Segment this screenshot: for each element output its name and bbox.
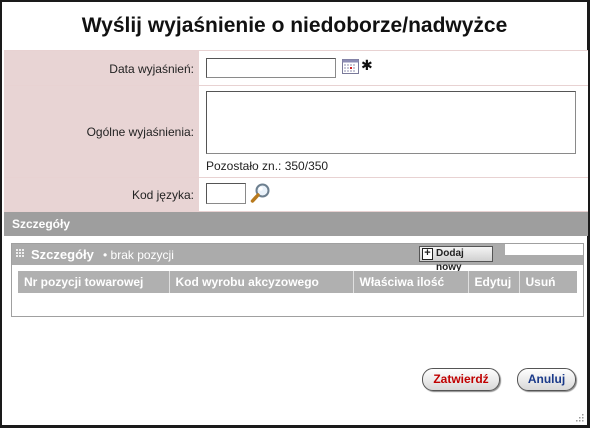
dialog-title: Wyślij wyjaśnienie o niedoborze/nadwyżce — [81, 14, 508, 37]
resize-grip-icon[interactable] — [574, 412, 584, 422]
table-header-row: Nr pozycji towarowej Kod wyrobu akcyzowe… — [18, 271, 577, 293]
explanation-label: Ogólne wyjaśnienia: — [4, 86, 199, 177]
plus-icon: + — [422, 248, 433, 260]
details-panel-header: Szczegóły • brak pozycji + Dodaj nowy — [12, 244, 583, 273]
date-input[interactable] — [206, 58, 336, 78]
language-value-cell — [199, 178, 588, 211]
add-new-label: Dodaj nowy — [436, 248, 464, 273]
grip-icon — [16, 249, 24, 257]
confirm-button[interactable]: Zatwierdź — [422, 368, 500, 391]
column-header-edit[interactable]: Edytuj — [468, 271, 520, 293]
magnifier-icon[interactable] — [250, 182, 272, 204]
required-marker: ✱ — [361, 57, 373, 73]
language-row: Kod języka: — [4, 178, 588, 212]
details-section-header: Szczegóły — [4, 212, 588, 236]
add-new-button[interactable]: + Dodaj nowy — [419, 246, 493, 273]
column-header-quantity[interactable]: Właściwa ilość — [353, 271, 469, 293]
explanation-row: Ogólne wyjaśnienia: Pozostało zn.: 350/3… — [4, 86, 588, 178]
language-label: Kod języka: — [4, 178, 199, 211]
remaining-chars-counter: Pozostało zn.: 350/350 — [206, 159, 329, 173]
language-code-input[interactable] — [206, 183, 246, 204]
date-row: Data wyjaśnień: ✱ — [4, 50, 588, 86]
calendar-icon[interactable] — [342, 59, 359, 74]
column-header-item-number[interactable]: Nr pozycji towarowej — [18, 271, 170, 293]
column-header-excise-code[interactable]: Kod wyrobu akcyzowego — [169, 271, 354, 293]
details-panel-title: Szczegóły — [31, 247, 94, 262]
details-panel-status: • brak pozycji — [103, 248, 174, 262]
column-header-delete[interactable]: Usuń — [519, 271, 577, 293]
cancel-button[interactable]: Anuluj — [517, 368, 576, 391]
details-panel: Szczegóły • brak pozycji + Dodaj nowy Nr… — [11, 243, 584, 317]
details-table: Nr pozycji towarowej Kod wyrobu akcyzowe… — [18, 271, 577, 293]
explanation-value-cell: Pozostało zn.: 350/350 — [199, 86, 588, 177]
date-label: Data wyjaśnień: — [4, 51, 199, 85]
panel-tab-notch — [505, 244, 583, 255]
dialog-window: Wyślij wyjaśnienie o niedoborze/nadwyżce… — [0, 0, 590, 428]
explanation-textarea[interactable] — [206, 91, 576, 154]
date-value-cell: ✱ — [199, 51, 588, 85]
